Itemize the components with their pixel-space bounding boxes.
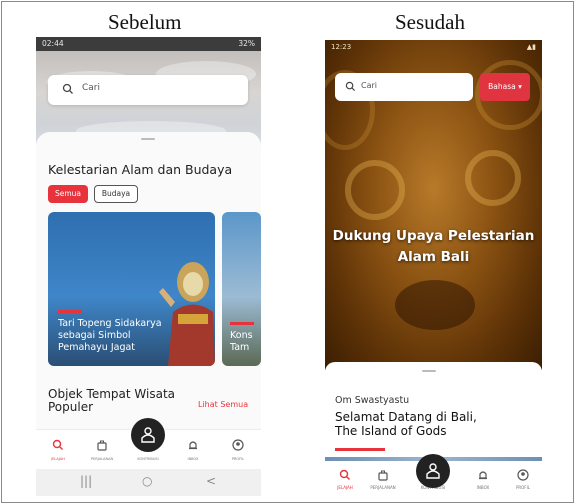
search-placeholder: Cari	[82, 83, 100, 93]
nav-perjalanan[interactable]: PERJALANAN	[82, 430, 122, 470]
caption-before: Sebelum	[108, 10, 182, 34]
android-nav-bar: ||| ○ <	[36, 469, 261, 496]
nav-label: INBOX	[187, 457, 199, 461]
nav-label: KONTRIBUSI	[137, 457, 159, 461]
profile-icon	[232, 439, 244, 451]
status-bar: 02:44 32%	[36, 37, 261, 51]
status-time: 02:44	[42, 39, 64, 48]
phone-after: 12:23 ▲▮ Cari Bahasa ▾ Dukung Upaya Pele…	[325, 40, 542, 496]
recents-button[interactable]: |||	[80, 474, 92, 488]
search-icon	[345, 81, 356, 92]
back-button[interactable]: <	[206, 474, 216, 488]
nav-inbox[interactable]: INBOX	[465, 461, 501, 496]
status-battery: 32%	[238, 39, 255, 48]
search-icon	[52, 439, 63, 450]
nav-label: JELAJAH	[337, 485, 353, 490]
contribute-fab[interactable]	[416, 454, 450, 488]
contribute-fab[interactable]	[131, 418, 165, 452]
nav-label: JELAJAH	[51, 457, 65, 461]
accent-bar	[335, 448, 385, 451]
nav-label: PROFIL	[231, 457, 245, 461]
chip-budaya[interactable]: Budaya	[94, 185, 138, 203]
hand-heart-icon	[141, 427, 155, 443]
welcome-title: Selamat Datang di Bali, The Island of Go…	[335, 410, 477, 438]
nav-perjalanan[interactable]: PERJALANAN	[365, 461, 401, 496]
article-card[interactable]: Kons Tam	[222, 212, 261, 366]
search-icon	[339, 469, 350, 480]
nav-profil[interactable]: PROFIL	[505, 461, 541, 496]
language-button[interactable]: Bahasa ▾	[480, 73, 530, 101]
status-time: 12:23	[331, 43, 352, 51]
bell-icon	[479, 471, 487, 480]
objects-title: Objek Tempat Wisata Populer	[48, 387, 175, 414]
hand-heart-icon	[426, 463, 440, 479]
nav-inbox[interactable]: INBOX	[173, 430, 213, 470]
home-button[interactable]: ○	[142, 474, 152, 488]
caption-after: Sesudah	[395, 10, 465, 34]
nav-label: PROFIL	[515, 485, 531, 490]
sheet-handle[interactable]	[422, 370, 436, 372]
search-placeholder: Cari	[361, 81, 377, 90]
see-all-link[interactable]: Lihat Semua	[198, 400, 248, 409]
luggage-icon	[378, 470, 388, 481]
search-input[interactable]: Cari	[48, 75, 248, 105]
nav-label: PERJALANAN	[370, 485, 396, 490]
card-accent-bar	[58, 310, 82, 313]
bell-icon	[189, 441, 197, 450]
card-accent-bar	[230, 322, 254, 325]
nav-jelajah[interactable]: JELAJAH	[327, 461, 363, 496]
card-title: Tari Topeng Sidakarya sebagai Simbol Pem…	[58, 318, 162, 353]
status-icons: ▲▮	[526, 43, 536, 51]
article-card[interactable]: Tari Topeng Sidakarya sebagai Simbol Pem…	[48, 212, 215, 366]
nav-label: INBOX	[476, 485, 490, 490]
hero-title: Dukung Upaya Pelestarian Alam Bali	[332, 228, 535, 265]
nav-profil[interactable]: PROFIL	[218, 430, 258, 470]
search-icon	[62, 83, 73, 94]
phone-before: 02:44 32% Cari Kelestarian Alam dan Buda…	[36, 37, 261, 496]
profile-icon	[517, 469, 529, 481]
sheet-handle[interactable]	[141, 138, 155, 140]
nav-jelajah[interactable]: JELAJAH	[38, 430, 78, 470]
section-title: Kelestarian Alam dan Budaya	[48, 162, 233, 177]
greeting-text: Om Swastyastu	[335, 395, 410, 406]
nav-label: PERJALANAN	[90, 457, 114, 461]
search-input[interactable]: Cari	[335, 73, 473, 101]
hero-image: 12:23 ▲▮ Cari Bahasa ▾ Dukung Upaya Pele…	[325, 40, 542, 370]
card-title: Kons Tam	[230, 330, 253, 353]
chip-semua[interactable]: Semua	[48, 185, 88, 203]
luggage-icon	[97, 440, 107, 451]
